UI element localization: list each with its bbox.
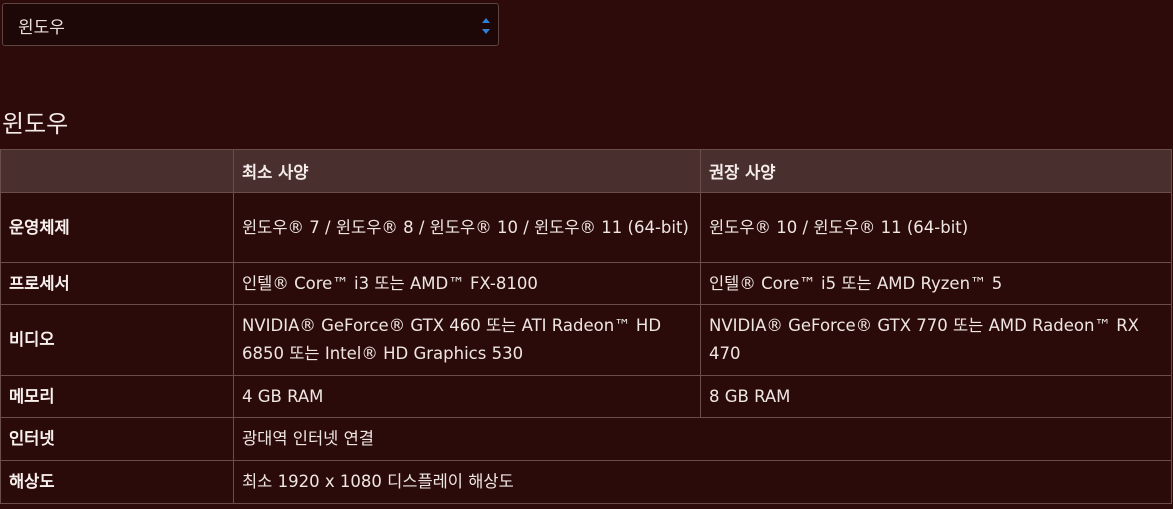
header-recommended: 권장 사양 [700,149,1172,193]
minimum-value: 윈도우® 7 / 윈도우® 8 / 윈도우® 10 / 윈도우® 11 (64-… [233,192,701,263]
table-row-memory: 메모리 4 GB RAM 8 GB RAM [0,375,1172,418]
recommended-value: 인텔® Core™ i5 또는 AMD Ryzen™ 5 [700,262,1172,305]
sort-arrows-icon [481,16,491,36]
table-row-os: 운영체제 윈도우® 7 / 윈도우® 8 / 윈도우® 10 / 윈도우® 11… [0,192,1172,263]
platform-select[interactable]: 윈도우 [2,3,499,46]
recommended-value: 윈도우® 10 / 윈도우® 11 (64-bit) [700,192,1172,263]
platform-select-value: 윈도우 [18,18,65,38]
table-row-processor: 프로세서 인텔® Core™ i3 또는 AMD™ FX-8100 인텔® Co… [0,262,1172,305]
header-minimum: 최소 사양 [233,149,701,193]
recommended-value: 8 GB RAM [700,375,1172,418]
row-label: 프로세서 [0,262,234,305]
minimum-value: 4 GB RAM [233,375,701,418]
shared-value: 최소 1920 x 1080 디스플레이 해상도 [233,460,1172,504]
row-label: 인터넷 [0,417,234,461]
section-title: 윈도우 [2,110,69,138]
row-label: 비디오 [0,304,234,376]
minimum-value: NVIDIA® GeForce® GTX 460 또는 ATI Radeon™ … [233,304,701,376]
table-row-resolution: 해상도 최소 1920 x 1080 디스플레이 해상도 [0,460,1172,504]
shared-value: 광대역 인터넷 연결 [233,417,1172,461]
row-label: 운영체제 [0,192,234,263]
requirements-table: 최소 사양 권장 사양 운영체제 윈도우® 7 / 윈도우® 8 / 윈도우® … [0,149,1172,504]
table-header-row: 최소 사양 권장 사양 [0,149,1172,193]
table-row-internet: 인터넷 광대역 인터넷 연결 [0,417,1172,461]
row-label: 메모리 [0,375,234,418]
recommended-value: NVIDIA® GeForce® GTX 770 또는 AMD Radeon™ … [700,304,1172,376]
header-empty-cell [0,149,234,193]
minimum-value: 인텔® Core™ i3 또는 AMD™ FX-8100 [233,262,701,305]
row-label: 해상도 [0,460,234,504]
table-row-video: 비디오 NVIDIA® GeForce® GTX 460 또는 ATI Rade… [0,304,1172,376]
